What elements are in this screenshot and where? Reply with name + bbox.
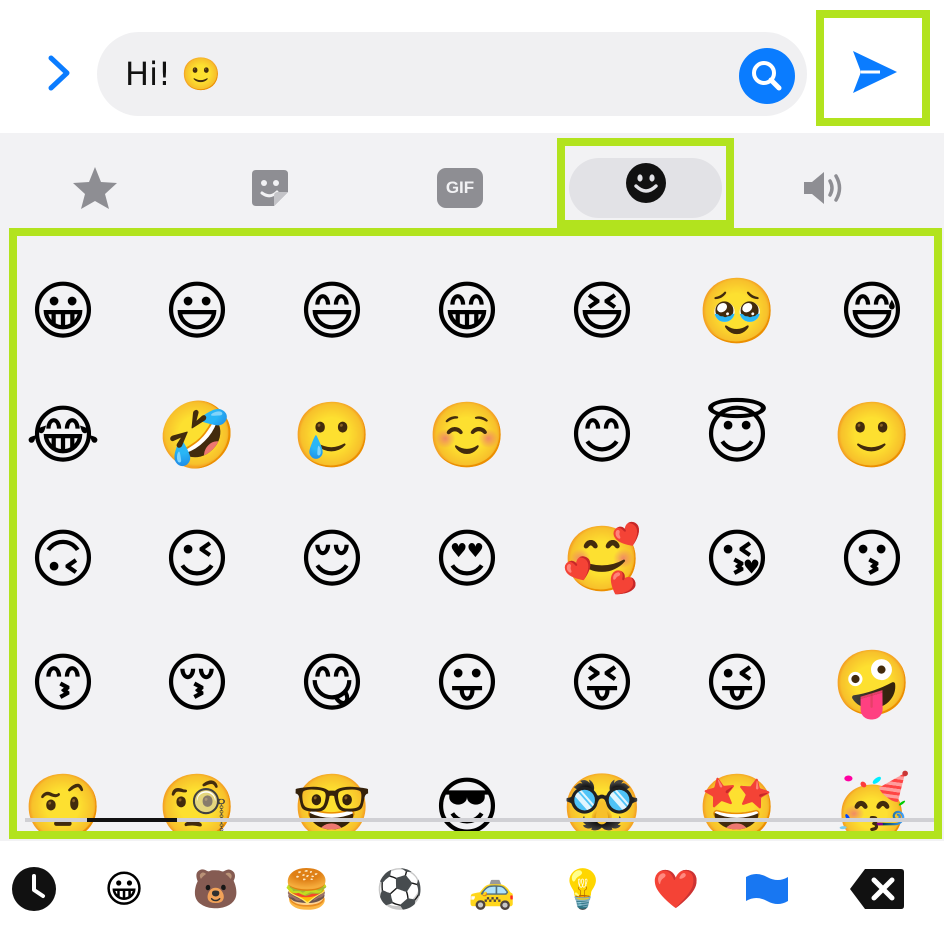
emoji-cell[interactable]: 😉 xyxy=(157,520,237,600)
emoji-picker: GIF 😀😃😄😁😆🥹😅😂🤣🥲☺️😊😇🙂🙃😉😌😍🥰😘😗😙😚😋� xyxy=(0,133,944,948)
emoji-cell[interactable]: 😘 xyxy=(697,520,777,600)
delete-button[interactable] xyxy=(848,863,906,915)
category-recent[interactable] xyxy=(8,863,60,915)
message-input-text: Hi! 🙂 xyxy=(125,55,221,93)
smiley-icon xyxy=(625,163,666,203)
category-symbols[interactable]: ❤️ xyxy=(650,863,702,915)
messenger-emoji-screen: Hi! 🙂 GIF 😀 😃 😄 😁 😆 🥹 😅 😂 🤣 🥲 ☺️ 😊 😇 🙂 🙃… xyxy=(0,0,944,948)
clock-icon xyxy=(12,867,56,911)
category-flags[interactable] xyxy=(741,863,793,915)
emoji-cell[interactable]: 🥰 xyxy=(562,520,642,600)
emoji-cell[interactable]: 🥳 xyxy=(832,768,912,831)
emoji-cell[interactable]: 😗 xyxy=(832,520,912,600)
tab-gif[interactable]: GIF xyxy=(405,153,515,223)
emoji-cell[interactable]: 😛 xyxy=(427,644,507,724)
expand-actions-button[interactable] xyxy=(40,50,78,96)
category-smileys[interactable]: 😀 xyxy=(98,863,150,915)
send-button[interactable] xyxy=(816,10,930,126)
emoji-cell[interactable]: 😇 xyxy=(697,396,777,476)
category-travel[interactable]: 🚕 xyxy=(466,863,518,915)
tab-emoji[interactable] xyxy=(557,138,734,228)
emoji-grid-content: 😀 😃 😄 😁 😆 🥹 😅 😂 🤣 🥲 ☺️ 😊 😇 🙂 🙃 😉 😌 😍 🥰 😘 😗 😙 😚 😋 😛 😝 😜 🤪 🤨 🧐 🤓 😎 🥸 🤩 🥳 xyxy=(17,236,934,831)
emoji-cell[interactable]: 😂 xyxy=(23,396,103,476)
emoji-cell[interactable]: 😃 xyxy=(157,272,237,352)
emoji-cell[interactable]: 😎 xyxy=(427,768,507,831)
category-activity[interactable]: ⚽ xyxy=(374,863,426,915)
emoji-cell[interactable]: 😜 xyxy=(697,644,777,724)
emoji-cell[interactable]: ☺️ xyxy=(427,396,507,476)
composer-bar: Hi! 🙂 xyxy=(0,0,944,133)
category-bar: 😀 🐻 🍔 ⚽ 🚕 💡 ❤️ xyxy=(0,841,944,948)
emoji-cell[interactable]: 😙 xyxy=(23,644,103,724)
emoji-cell[interactable]: 🤩 xyxy=(697,768,777,831)
gif-icon: GIF xyxy=(437,168,483,208)
search-icon xyxy=(752,61,782,91)
category-objects[interactable]: 💡 xyxy=(557,863,609,915)
send-icon xyxy=(853,51,897,93)
emoji-cell[interactable]: 😅 xyxy=(832,272,912,352)
emoji-cell[interactable]: 🥲 xyxy=(292,396,372,476)
emoji-grid: 😀 😃 😄 😁 😆 🥹 😅 😂 🤣 🥲 ☺️ 😊 😇 🙂 🙃 😉 😌 😍 🥰 😘 😗 😙 😚 😋 😛 😝 😜 🤪 🤨 🧐 🤓 😎 🥸 🤩 🥳 xyxy=(9,228,942,839)
gif-label: GIF xyxy=(445,178,475,197)
emoji-cell[interactable]: 🤣 xyxy=(157,396,237,476)
grid-scroll-thumb[interactable] xyxy=(87,818,177,822)
flag-icon xyxy=(746,874,788,904)
emoji-cell[interactable]: 😀 xyxy=(23,272,103,352)
message-input[interactable]: Hi! 🙂 xyxy=(97,32,807,116)
chevron-right-icon xyxy=(48,55,70,91)
emoji-cell[interactable]: 🙃 xyxy=(23,520,103,600)
emoji-cell[interactable]: 🤪 xyxy=(832,644,912,724)
emoji-cell[interactable]: 😆 xyxy=(562,272,642,352)
emoji-cell[interactable]: 😌 xyxy=(292,520,372,600)
tab-stickers[interactable] xyxy=(215,153,325,223)
emoji-cell[interactable]: 🤓 xyxy=(292,768,372,831)
sticker-icon xyxy=(252,170,288,206)
emoji-cell[interactable]: 😁 xyxy=(427,272,507,352)
emoji-cell[interactable]: 😄 xyxy=(292,272,372,352)
emoji-cell[interactable]: 😝 xyxy=(562,644,642,724)
emoji-cell[interactable]: 🧐 xyxy=(157,768,237,831)
star-icon xyxy=(73,167,117,209)
category-animals[interactable]: 🐻 xyxy=(190,863,242,915)
speaker-icon xyxy=(804,172,842,204)
category-food[interactable]: 🍔 xyxy=(281,863,333,915)
emoji-cell[interactable]: 😊 xyxy=(562,396,642,476)
tab-sounds[interactable] xyxy=(770,153,880,223)
backspace-icon xyxy=(850,869,904,909)
emoji-cell[interactable]: 🙂 xyxy=(832,396,912,476)
emoji-cell[interactable]: 😚 xyxy=(157,644,237,724)
emoji-cell[interactable]: 😍 xyxy=(427,520,507,600)
tab-favorites[interactable] xyxy=(40,153,150,223)
search-button[interactable] xyxy=(739,48,795,104)
emoji-cell[interactable]: 🥹 xyxy=(697,272,777,352)
emoji-cell[interactable]: 🥸 xyxy=(562,768,642,831)
emoji-cell[interactable]: 🤨 xyxy=(23,768,103,831)
emoji-cell[interactable]: 😋 xyxy=(292,644,372,724)
